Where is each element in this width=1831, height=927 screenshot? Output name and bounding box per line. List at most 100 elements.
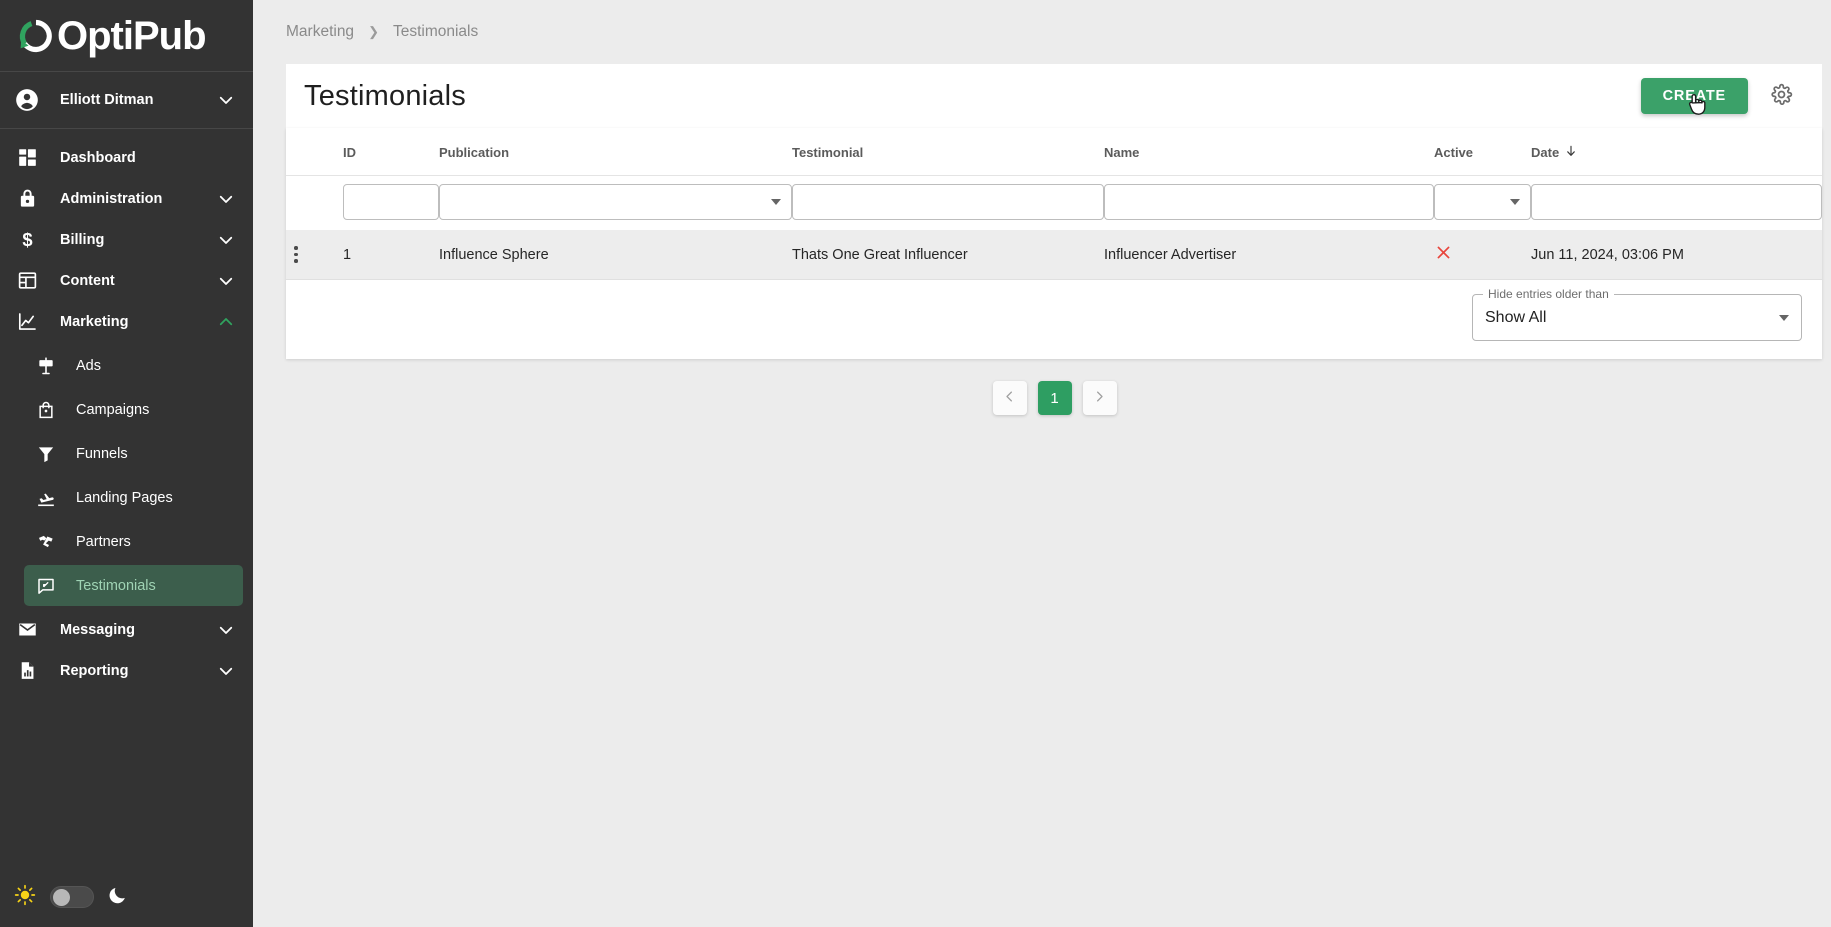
- breadcrumb-item-marketing[interactable]: Marketing: [286, 23, 354, 41]
- filter-name-input[interactable]: [1104, 184, 1434, 220]
- th-menu: [286, 128, 343, 176]
- filter-publication-select[interactable]: [439, 184, 792, 220]
- table-row[interactable]: 1 Influence Sphere Thats One Great Influ…: [286, 230, 1822, 280]
- sidebar-item-label: Ads: [76, 357, 101, 374]
- sidebar-item-billing[interactable]: $ Billing: [0, 219, 253, 260]
- sidebar-item-funnels[interactable]: Funnels: [24, 433, 243, 474]
- sidebar-item-administration[interactable]: Administration: [0, 178, 253, 219]
- testimonials-card: ID Publication Testimonial Name Active D…: [286, 128, 1822, 359]
- filter-date-input[interactable]: [1531, 184, 1822, 220]
- th-id[interactable]: ID: [343, 128, 439, 176]
- theme-toggle-switch[interactable]: [50, 886, 94, 908]
- filter-id-input[interactable]: [343, 184, 439, 220]
- filter-testimonial-input[interactable]: [792, 184, 1104, 220]
- handshake-icon: [34, 530, 58, 554]
- file-chart-icon: [14, 658, 40, 684]
- gear-icon: [1770, 83, 1793, 109]
- user-menu[interactable]: Elliott Ditman: [0, 72, 253, 129]
- chevron-up-icon[interactable]: [217, 313, 235, 331]
- hide-entries-value: Show All: [1485, 308, 1547, 326]
- table-filter-row: [286, 176, 1822, 231]
- vertical-dots-icon[interactable]: [286, 246, 306, 263]
- th-publication-label: Publication: [439, 145, 510, 160]
- main-content: Marketing ❯ Testimonials Testimonials CR…: [253, 0, 1831, 927]
- th-date-label: Date: [1531, 145, 1560, 160]
- hide-entries-older-than-select[interactable]: Hide entries older than Show All: [1472, 287, 1802, 341]
- th-publication[interactable]: Publication: [439, 128, 792, 176]
- svg-text:$: $: [22, 229, 32, 250]
- th-testimonial[interactable]: Testimonial: [792, 128, 1104, 176]
- chevron-right-icon: ❯: [368, 24, 379, 39]
- moon-icon[interactable]: [108, 885, 128, 910]
- account-circle-icon: [14, 87, 40, 113]
- pagination-prev-button[interactable]: [992, 381, 1027, 415]
- chevron-down-icon[interactable]: [217, 621, 235, 639]
- brand-logo[interactable]: OptiPub: [0, 0, 253, 72]
- row-publication: Influence Sphere: [439, 230, 792, 280]
- sidebar-item-dashboard[interactable]: Dashboard: [0, 137, 253, 178]
- sidebar: OptiPub Elliott Ditman Dashboard Adminis…: [0, 0, 253, 927]
- sidebar-item-label: Testimonials: [76, 577, 156, 594]
- breadcrumb: Marketing ❯ Testimonials: [253, 0, 1831, 64]
- shopping-bag-icon: [34, 398, 58, 422]
- filter-active-select[interactable]: [1434, 184, 1531, 220]
- sidebar-item-label: Administration: [60, 190, 163, 207]
- sidebar-item-label: Landing Pages: [76, 489, 173, 506]
- airplane-landing-icon: [34, 486, 58, 510]
- sidebar-item-label: Campaigns: [76, 401, 150, 418]
- sidebar-item-label: Dashboard: [60, 149, 136, 166]
- funnel-icon: [34, 442, 58, 466]
- toggle-knob: [53, 889, 70, 906]
- filter-name-cell: [1104, 176, 1434, 231]
- sidebar-item-label: Marketing: [60, 313, 129, 330]
- pagination-page-1[interactable]: 1: [1037, 381, 1072, 415]
- breadcrumb-item-testimonials: Testimonials: [392, 23, 479, 40]
- sidebar-item-testimonials[interactable]: Testimonials: [24, 565, 243, 606]
- chevron-down-icon[interactable]: [217, 662, 235, 680]
- create-button[interactable]: CREATE: [1640, 78, 1748, 115]
- app-root: OptiPub Elliott Ditman Dashboard Adminis…: [0, 0, 1831, 927]
- settings-button[interactable]: [1760, 75, 1802, 117]
- chevron-down-icon[interactable]: [217, 190, 235, 208]
- row-id[interactable]: 1: [343, 230, 439, 280]
- sidebar-item-content[interactable]: Content: [0, 260, 253, 301]
- lock-icon: [14, 186, 40, 212]
- create-button-label: CREATE: [1662, 88, 1726, 104]
- table-header-row: ID Publication Testimonial Name Active D…: [286, 128, 1822, 176]
- row-active: [1434, 230, 1531, 280]
- sidebar-item-partners[interactable]: Partners: [24, 521, 243, 562]
- chevron-down-icon[interactable]: [217, 272, 235, 290]
- chevron-down-icon[interactable]: [217, 91, 235, 109]
- sidebar-item-marketing[interactable]: Marketing: [0, 301, 253, 342]
- card-footer: Hide entries older than Show All: [286, 280, 1822, 359]
- sidebar-nav: Dashboard Administration $ Billing Conte…: [0, 129, 253, 867]
- chevron-down-icon[interactable]: [217, 231, 235, 249]
- sidebar-item-reporting[interactable]: Reporting: [0, 650, 253, 691]
- table-head: ID Publication Testimonial Name Active D…: [286, 128, 1822, 230]
- th-active[interactable]: Active: [1434, 128, 1531, 176]
- dashboard-icon: [14, 145, 40, 171]
- th-name[interactable]: Name: [1104, 128, 1434, 176]
- th-date[interactable]: Date: [1531, 128, 1822, 176]
- sidebar-item-label: Funnels: [76, 445, 128, 462]
- row-date: Jun 11, 2024, 03:06 PM: [1531, 230, 1822, 280]
- sidebar-item-messaging[interactable]: Messaging: [0, 609, 253, 650]
- sidebar-item-ads[interactable]: Ads: [24, 345, 243, 386]
- sidebar-item-campaigns[interactable]: Campaigns: [24, 389, 243, 430]
- pagination-next-button[interactable]: [1082, 381, 1117, 415]
- th-active-label: Active: [1434, 145, 1474, 160]
- filter-date-cell: [1531, 176, 1822, 231]
- page-header: Testimonials CREATE: [286, 64, 1822, 128]
- filter-active-cell: [1434, 176, 1531, 231]
- theme-toggle-row: [0, 867, 253, 927]
- sun-icon[interactable]: [14, 884, 36, 911]
- sidebar-item-landing-pages[interactable]: Landing Pages: [24, 477, 243, 518]
- chart-line-icon: [14, 309, 40, 335]
- sidebar-item-label: Messaging: [60, 621, 135, 638]
- row-name: Influencer Advertiser: [1104, 230, 1434, 280]
- th-testimonial-label: Testimonial: [792, 145, 864, 160]
- pagination: 1: [253, 359, 1831, 415]
- circular-arrow-logo-icon: [16, 16, 56, 56]
- caret-down-icon: [1779, 314, 1789, 321]
- envelope-icon: [14, 617, 40, 643]
